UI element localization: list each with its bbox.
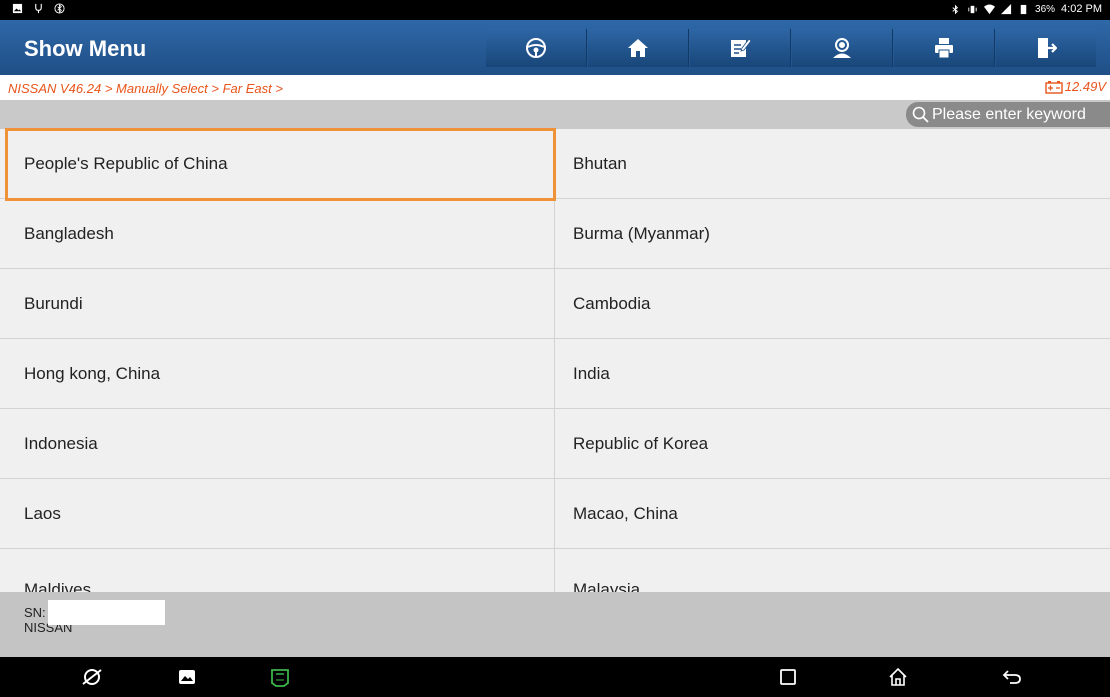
printer-icon [935, 38, 953, 59]
list-item[interactable]: India [555, 339, 1110, 408]
app-toolbar: Show Menu [0, 20, 1110, 75]
list-row: Hong kong, China India [0, 339, 1110, 409]
steering-wheel-icon [526, 38, 546, 58]
wifi-icon [984, 3, 996, 14]
list-item[interactable]: Macao, China [555, 479, 1110, 548]
voltage-value: 12.49V [1064, 79, 1106, 94]
list-row: People's Republic of China Bhutan [0, 129, 1110, 199]
battery-icon [1020, 4, 1027, 14]
list-item[interactable]: Republic of Korea [555, 409, 1110, 478]
serial-redaction [48, 600, 165, 625]
usb-debug-icon [35, 3, 42, 14]
image-notification-icon [12, 3, 23, 14]
home-nav-icon [889, 667, 907, 686]
remote-help-button[interactable] [792, 29, 893, 67]
breadcrumb: NISSAN V46.24 > Manually Select > Far Ea… [8, 81, 283, 96]
vibrate-icon [968, 5, 977, 13]
list-row: Laos Macao, China [0, 479, 1110, 549]
page-title: Show Menu [24, 36, 147, 61]
signal-icon [1001, 3, 1012, 14]
search-icon [912, 106, 929, 123]
list-item[interactable]: Indonesia [0, 409, 555, 478]
vci-button[interactable] [268, 665, 292, 689]
car-battery-icon [1045, 80, 1063, 94]
list-row: Bangladesh Burma (Myanmar) [0, 199, 1110, 269]
list-row: Maldives Malaysia [0, 549, 1110, 592]
bluetooth-icon [952, 4, 959, 14]
status-bar: 36% 4:02 PM [0, 0, 1110, 20]
vci-connector-icon [271, 669, 289, 687]
list-row: Burundi Cambodia [0, 269, 1110, 339]
search-input[interactable]: Please enter keyword [906, 102, 1110, 127]
home-nav-button[interactable] [886, 665, 910, 689]
list-item[interactable]: Bangladesh [0, 199, 555, 268]
recent-apps-button[interactable] [776, 665, 800, 689]
support-agent-icon [833, 38, 851, 58]
home-icon [628, 39, 648, 57]
search-placeholder: Please enter keyword [932, 105, 1086, 123]
bluetooth-notification-icon [54, 3, 65, 14]
device-info-footer: SN: NISSAN [0, 592, 1110, 657]
navigation-bar [0, 657, 1110, 697]
list-item[interactable]: Laos [0, 479, 555, 548]
back-button[interactable] [1000, 665, 1024, 689]
list-item[interactable]: Burma (Myanmar) [555, 199, 1110, 268]
breadcrumb-bar: NISSAN V46.24 > Manually Select > Far Ea… [0, 75, 1110, 100]
browser-button[interactable] [80, 665, 104, 689]
report-button[interactable] [690, 29, 791, 67]
print-button[interactable] [894, 29, 995, 67]
list-item[interactable]: Cambodia [555, 269, 1110, 338]
list-item[interactable]: Maldives [0, 549, 555, 592]
search-row: Please enter keyword [0, 100, 1110, 129]
edit-report-icon [731, 38, 751, 57]
voltage-indicator: 12.49V [1045, 79, 1106, 94]
country-list: People's Republic of China Bhutan Bangla… [0, 129, 1110, 592]
exit-button[interactable] [996, 29, 1096, 67]
home-button[interactable] [588, 29, 689, 67]
exit-door-icon [1038, 38, 1057, 58]
diagnose-button[interactable] [486, 29, 587, 67]
list-item[interactable]: Malaysia [555, 549, 1110, 592]
back-icon [1002, 670, 1021, 684]
battery-percent: 36% [1035, 3, 1056, 15]
recent-apps-icon [780, 669, 796, 685]
list-item[interactable]: Burundi [0, 269, 555, 338]
browser-icon [82, 669, 102, 685]
list-item[interactable]: Bhutan [555, 129, 1110, 198]
list-item[interactable]: People's Republic of China [0, 129, 555, 198]
list-row: Indonesia Republic of Korea [0, 409, 1110, 479]
clock: 4:02 PM [1061, 3, 1102, 15]
list-item[interactable]: Hong kong, China [0, 339, 555, 408]
gallery-button[interactable] [175, 665, 199, 689]
gallery-icon [179, 670, 195, 684]
